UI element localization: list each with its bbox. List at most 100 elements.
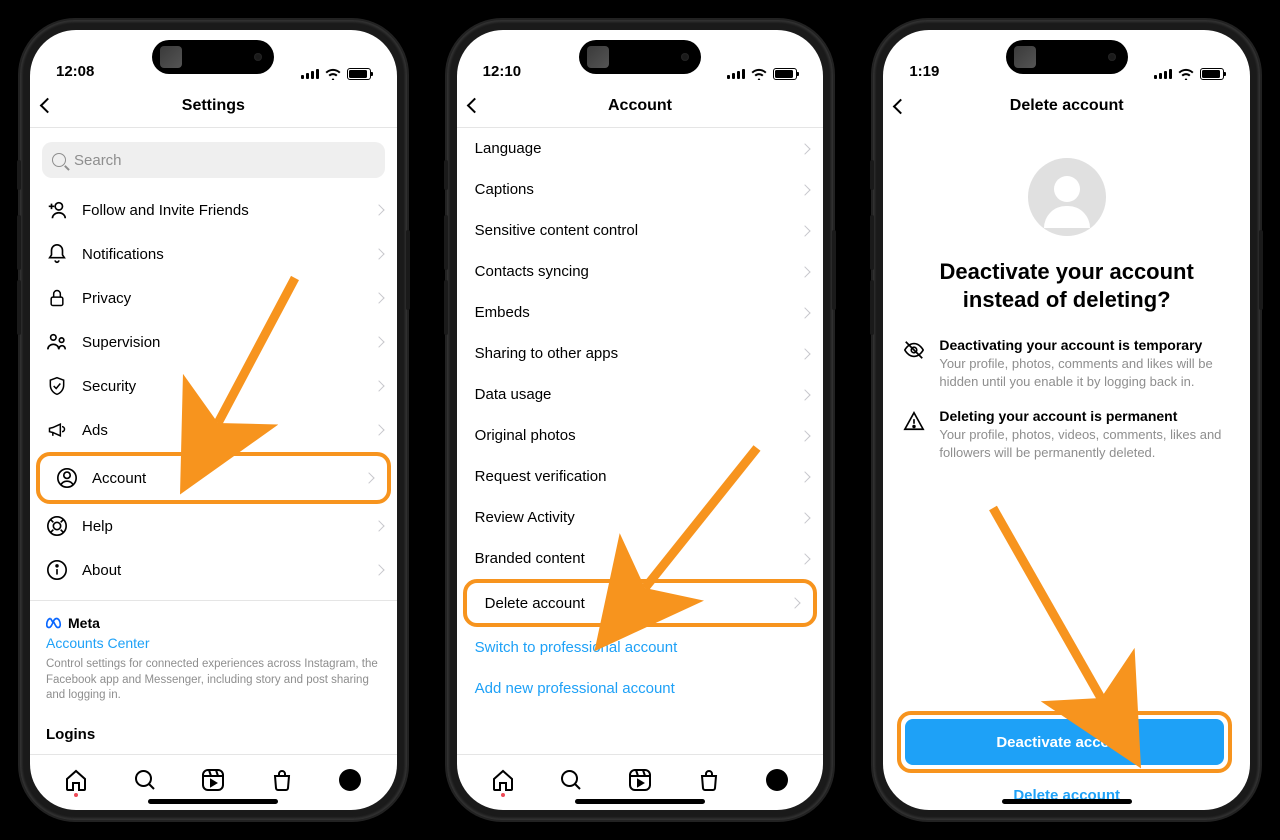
nav-header: Delete account <box>883 84 1250 128</box>
tab-bar <box>30 754 397 804</box>
meta-description: Control settings for connected experienc… <box>46 657 381 704</box>
battery-icon <box>347 68 371 80</box>
home-indicator <box>148 799 278 804</box>
info-icon <box>44 557 70 583</box>
cell-ads[interactable]: Ads <box>30 408 397 452</box>
nav-header: Account <box>457 84 824 128</box>
search-input[interactable]: Search <box>42 142 385 178</box>
tab-search[interactable] <box>558 767 584 793</box>
chevron-right-icon <box>800 225 811 236</box>
cell-sharing[interactable]: Sharing to other apps <box>457 333 824 374</box>
wifi-icon <box>325 68 341 80</box>
cell-follow-invite[interactable]: Follow and Invite Friends <box>30 188 397 232</box>
nav-title: Delete account <box>1010 97 1124 115</box>
cell-data[interactable]: Data usage <box>457 374 824 415</box>
chevron-right-icon <box>800 512 811 523</box>
home-indicator <box>1002 799 1132 804</box>
chevron-right-icon <box>800 553 811 564</box>
account-icon <box>54 465 80 491</box>
cell-supervision[interactable]: Supervision <box>30 320 397 364</box>
status-time: 12:08 <box>56 63 94 80</box>
chevron-right-icon <box>790 597 801 608</box>
phone-frame-1: 12:08 Settings Search Follow a <box>20 20 407 820</box>
chevron-right-icon <box>800 471 811 482</box>
tab-reels[interactable] <box>627 767 653 793</box>
cell-security[interactable]: Security <box>30 364 397 408</box>
dynamic-island <box>579 40 701 74</box>
help-icon <box>44 513 70 539</box>
delete-button[interactable]: Delete account <box>1013 773 1120 810</box>
page-title: Deactivate your account instead of delet… <box>903 258 1230 313</box>
search-icon <box>52 153 66 167</box>
tab-reels[interactable] <box>200 767 226 793</box>
chevron-right-icon <box>373 248 384 259</box>
chevron-right-icon <box>800 266 811 277</box>
cell-notifications[interactable]: Notifications <box>30 232 397 276</box>
cellular-icon <box>727 69 745 79</box>
chevron-right-icon <box>373 204 384 215</box>
back-button[interactable] <box>469 91 499 121</box>
link-add-professional[interactable]: Add new professional account <box>457 668 824 709</box>
wifi-icon <box>751 68 767 80</box>
cell-account[interactable]: Account <box>40 456 387 500</box>
avatar-placeholder <box>1028 158 1106 236</box>
status-time: 1:19 <box>909 63 939 80</box>
shield-icon <box>44 373 70 399</box>
chevron-right-icon <box>373 424 384 435</box>
chevron-right-icon <box>373 336 384 347</box>
chevron-right-icon <box>800 307 811 318</box>
info-delete: Deleting your account is permanent Your … <box>903 408 1230 461</box>
deactivate-button[interactable]: Deactivate account <box>905 719 1224 765</box>
cell-delete-account[interactable]: Delete account <box>467 583 814 623</box>
search-placeholder: Search <box>74 152 122 169</box>
meta-logo: Meta <box>46 615 381 631</box>
bell-icon <box>44 241 70 267</box>
lock-icon <box>44 285 70 311</box>
back-button[interactable] <box>895 91 925 121</box>
chevron-right-icon <box>800 184 811 195</box>
cell-contacts[interactable]: Contacts syncing <box>457 251 824 292</box>
chevron-right-icon <box>373 520 384 531</box>
cell-language[interactable]: Language <box>457 128 824 169</box>
accounts-center-link[interactable]: Accounts Center <box>46 635 381 651</box>
cell-embeds[interactable]: Embeds <box>457 292 824 333</box>
meta-section: Meta Accounts Center Control settings fo… <box>30 600 397 714</box>
cell-privacy[interactable]: Privacy <box>30 276 397 320</box>
warning-icon <box>903 408 925 461</box>
cellular-icon <box>301 69 319 79</box>
annotation-arrow-3 <box>993 508 1143 733</box>
info-deactivate: Deactivating your account is temporary Y… <box>903 337 1230 390</box>
link-switch-professional[interactable]: Switch to professional account <box>457 627 824 668</box>
tab-home[interactable] <box>490 767 516 793</box>
cellular-icon <box>1154 69 1172 79</box>
cell-about[interactable]: About <box>30 548 397 592</box>
status-time: 12:10 <box>483 63 521 80</box>
dynamic-island <box>1006 40 1128 74</box>
battery-icon <box>773 68 797 80</box>
tab-profile[interactable] <box>764 767 790 793</box>
nav-title: Account <box>608 97 672 115</box>
cell-captions[interactable]: Captions <box>457 169 824 210</box>
nav-title: Settings <box>182 97 245 115</box>
phone-frame-2: 12:10 Account Language Captions Sensitiv… <box>447 20 834 820</box>
tab-bar <box>457 754 824 804</box>
chevron-right-icon <box>800 348 811 359</box>
back-button[interactable] <box>42 91 72 121</box>
megaphone-icon <box>44 417 70 443</box>
cell-sensitive[interactable]: Sensitive content control <box>457 210 824 251</box>
battery-icon <box>1200 68 1224 80</box>
cell-original[interactable]: Original photos <box>457 415 824 456</box>
wifi-icon <box>1178 68 1194 80</box>
cell-branded[interactable]: Branded content <box>457 538 824 579</box>
tab-home[interactable] <box>63 767 89 793</box>
cell-review[interactable]: Review Activity <box>457 497 824 538</box>
tab-profile[interactable] <box>337 767 363 793</box>
highlight-delete: Delete account <box>463 579 818 627</box>
tab-shop[interactable] <box>269 767 295 793</box>
tab-search[interactable] <box>132 767 158 793</box>
chevron-right-icon <box>800 143 811 154</box>
family-icon <box>44 329 70 355</box>
cell-help[interactable]: Help <box>30 504 397 548</box>
tab-shop[interactable] <box>696 767 722 793</box>
cell-verification[interactable]: Request verification <box>457 456 824 497</box>
